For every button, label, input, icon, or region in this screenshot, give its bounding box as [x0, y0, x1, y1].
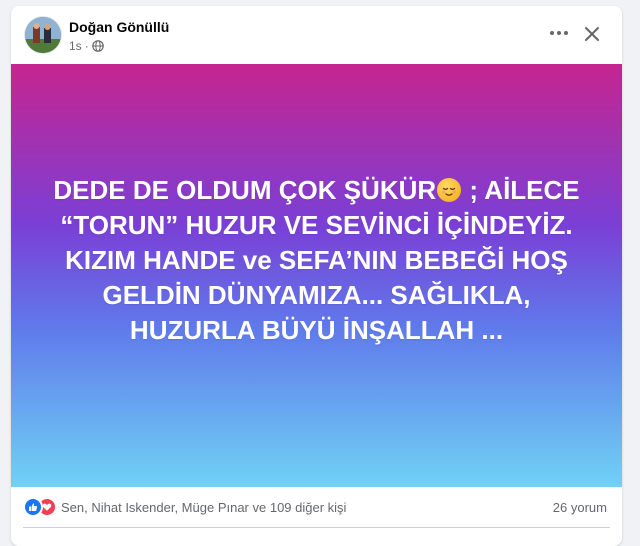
post-card: Doğan Gönüllü 1s · DEDE DE OLDUM ÇOK ŞÜK…	[11, 6, 622, 546]
more-options-button[interactable]	[545, 21, 573, 45]
close-button[interactable]	[579, 21, 605, 47]
post-text: DEDE DE OLDUM ÇOK ŞÜKÜR ; AİLECE “TORUN”…	[47, 173, 587, 348]
post-meta: 1s ·	[69, 39, 104, 53]
post-text-part1: DEDE DE OLDUM ÇOK ŞÜKÜR	[53, 175, 437, 205]
relieved-face-emoji	[437, 178, 462, 202]
globe-icon[interactable]	[91, 40, 104, 52]
comments-count[interactable]: 26 yorum	[553, 500, 607, 515]
reactions-text[interactable]: Sen, Nihat Iskender, Müge Pınar ve 109 d…	[61, 500, 346, 515]
avatar-photo	[25, 17, 61, 53]
close-icon	[585, 27, 599, 41]
post-header: Doğan Gönüllü 1s ·	[11, 6, 622, 64]
love-icon	[39, 499, 55, 515]
meta-separator: ·	[84, 39, 89, 53]
reactions-summary[interactable]: Sen, Nihat Iskender, Müge Pınar ve 109 d…	[25, 499, 346, 515]
more-horizontal-icon	[550, 31, 568, 35]
avatar[interactable]	[25, 17, 61, 53]
post-background: DEDE DE OLDUM ÇOK ŞÜKÜR ; AİLECE “TORUN”…	[11, 64, 622, 487]
like-icon	[25, 499, 41, 515]
author-name[interactable]: Doğan Gönüllü	[69, 19, 169, 35]
post-footer: Sen, Nihat Iskender, Müge Pınar ve 109 d…	[11, 487, 622, 529]
footer-divider	[23, 527, 610, 528]
post-time[interactable]: 1s	[69, 39, 82, 53]
